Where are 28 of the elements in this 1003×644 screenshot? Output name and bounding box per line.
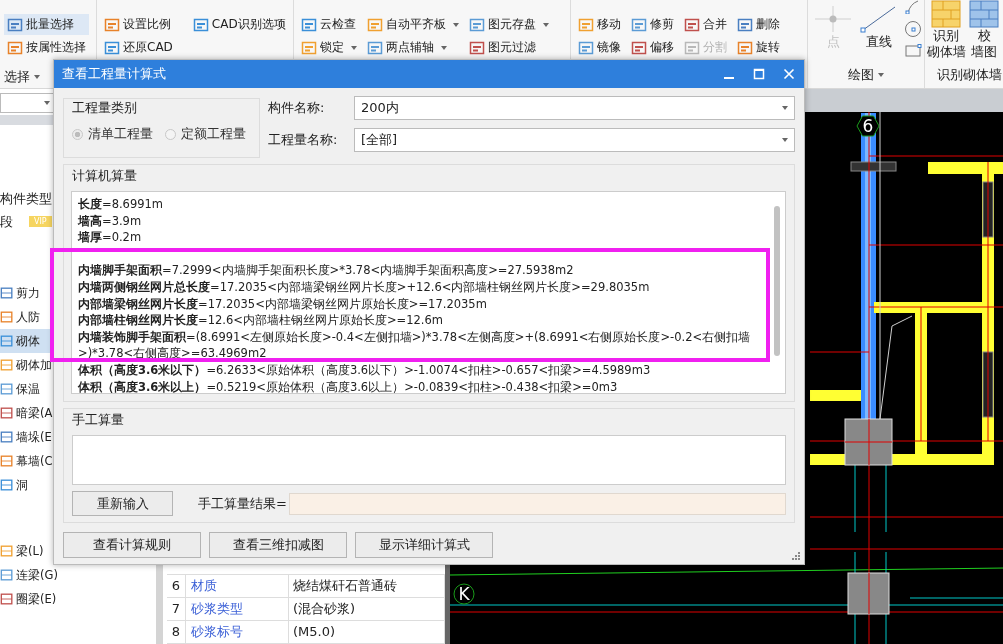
property-name: 砂浆类型 <box>186 598 289 620</box>
formula-line: 墙厚=0.2m <box>78 229 143 246</box>
row-number: 7 <box>167 598 186 620</box>
field-label: 构件名称: <box>268 99 326 117</box>
group-title: 手工算量 <box>71 411 125 429</box>
formula-line: 体积（高度3.6米以下）=6.2633<原始体积（高度3.6以下）>-1.0074<扣柱>-0.657<扣梁>=4.5989m3 <box>78 361 652 379</box>
group-title: 计算机算量 <box>71 167 138 185</box>
vip-badge: VIP <box>29 216 52 227</box>
formula-line: 内部墙柱钢丝网片长度=12.6<内部墙柱钢丝网片原始长度>=12.6m <box>78 312 444 329</box>
group-title: 工程量类别 <box>71 99 138 117</box>
group-label: 识别砌体墙 <box>936 66 1002 84</box>
field-label: 工程量名称: <box>268 131 339 149</box>
axis-marker: K <box>453 583 475 605</box>
row-number: 8 <box>167 621 186 643</box>
row-number: 6 <box>167 575 186 597</box>
formula-line: 内墙脚手架面积=7.2999<内墙脚手架面积长度>*3.78<内墙脚手架面积高度>=27.5938m2 <box>78 262 575 279</box>
property-name: 砂浆标号 <box>186 621 289 643</box>
axis-marker: 6 <box>856 115 880 137</box>
formula-line: 长度=8.6991m <box>78 196 165 213</box>
property-name: 材质 <box>186 575 289 597</box>
window-title: 查看工程量计算式 <box>62 65 166 83</box>
formula-line: 墙高=3.9m <box>78 212 143 230</box>
formula-line: 内部墙梁钢丝网片长度=17.2035<内部墙梁钢丝网片原始长度>=17.2035m <box>78 295 488 313</box>
panel-label: 段 <box>0 212 13 231</box>
result-label: 手工算量结果= <box>198 494 287 513</box>
formula-line: 内墙两侧钢丝网片总长度=17.2035<内部墙梁钢丝网片长度>+12.6<内部墙柱钢丝网片长度>=29.8035m <box>78 278 651 296</box>
panel-label: 构件类型 <box>0 189 52 208</box>
formula-line: 体积（高度3.6米以上）=0.5219<原始体积（高度3.6以上）>-0.0839<扣柱>-0.438<扣梁>=0m3 <box>78 378 619 393</box>
